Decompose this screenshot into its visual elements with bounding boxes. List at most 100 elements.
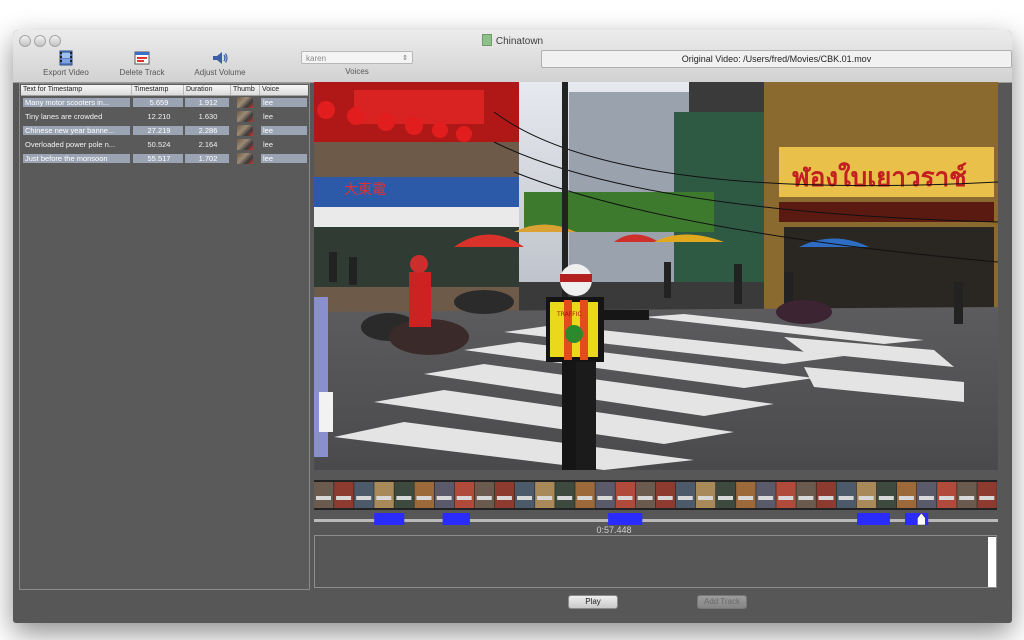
filmstrip-frame-detail	[537, 496, 553, 500]
delete-track-label: Delete Track	[119, 68, 165, 77]
track-segment[interactable]	[857, 513, 890, 525]
titlebar: Chinatown Export Video Delete Track Adju…	[13, 30, 1012, 83]
cell-duration: 1.702	[185, 154, 229, 163]
window-title-area: Chinatown	[13, 34, 1012, 47]
cell-text: Tiny lanes are crowded	[25, 112, 103, 121]
cell-text: Chinese new year banne...	[23, 126, 130, 135]
filmstrip[interactable]	[314, 480, 997, 510]
text-area-scrollbar[interactable]	[988, 537, 996, 587]
cell-timestamp: 27.219	[133, 126, 183, 135]
filmstrip-frame	[595, 482, 615, 508]
play-button[interactable]: Play	[568, 595, 618, 609]
filmstrip-frame-detail	[396, 496, 412, 500]
filmstrip-frame	[796, 482, 816, 508]
filmstrip-frame	[374, 482, 394, 508]
filmstrip-frame	[515, 482, 535, 508]
filmstrip-frame-detail	[718, 496, 733, 500]
export-video-label: Export Video	[43, 68, 89, 77]
adjust-volume-label: Adjust Volume	[194, 68, 246, 77]
filmstrip-frame	[836, 482, 857, 508]
filmstrip-frame-detail	[416, 496, 432, 500]
voices-label: Voices	[345, 67, 369, 76]
filmstrip-frame-detail	[919, 496, 934, 500]
document-icon	[481, 34, 492, 46]
filmstrip-frame	[575, 482, 595, 508]
track-segment[interactable]	[374, 513, 405, 525]
add-track-button[interactable]: Add Track	[697, 595, 747, 609]
filmstrip-frame	[917, 482, 937, 508]
voices-select[interactable]: karen ⇕	[301, 51, 413, 64]
filmstrip-frame	[474, 482, 495, 508]
window-title: Chinatown	[495, 36, 544, 47]
filmstrip-frame-detail	[356, 496, 372, 500]
filmstrip-frame	[615, 482, 635, 508]
filmstrip-frame-detail	[838, 496, 854, 500]
column-header-timestamp[interactable]: Timestamp	[132, 85, 184, 95]
track-segment[interactable]	[608, 513, 643, 525]
export-video-button[interactable]: Export Video	[38, 50, 94, 77]
adjust-volume-button[interactable]: Adjust Volume	[191, 50, 249, 77]
cell-voice: lee	[261, 154, 307, 163]
filmstrip-frame-detail	[738, 496, 754, 500]
cell-text: Overloaded power pole n...	[25, 140, 116, 149]
filmstrip-frame-detail	[597, 496, 613, 500]
filmstrip-frame	[555, 482, 575, 508]
cell-duration: 2.164	[198, 140, 218, 149]
filmstrip-frame-detail	[898, 496, 914, 500]
filmstrip-frame	[957, 482, 977, 508]
filmstrip-frame-detail	[979, 496, 995, 500]
cell-voice: lee	[263, 112, 274, 121]
speaker-icon	[211, 50, 229, 66]
video-frame[interactable]: 大東電 ฬองใบเยาวราช์ TRAFFIC	[314, 82, 998, 470]
table-row[interactable]: Overloaded power pole n... 50.524 2.164 lee	[21, 138, 308, 151]
track-text-area[interactable]	[314, 535, 997, 588]
filmstrip-frame	[414, 482, 434, 508]
filmstrip-frame-detail	[557, 496, 573, 500]
thumbnail-image	[237, 139, 253, 150]
thumbnail-image	[237, 111, 253, 122]
filmstrip-frame-detail	[456, 496, 472, 500]
filmstrip-frame-detail	[316, 496, 331, 500]
timeline-rail	[314, 519, 998, 522]
cell-duration: 1.630	[198, 112, 218, 121]
delete-track-button[interactable]: Delete Track	[114, 50, 170, 77]
table-row[interactable]: Just before the monsoon 55.517 1.702 lee	[21, 152, 308, 165]
filmstrip-frame-detail	[677, 496, 693, 500]
column-header-duration[interactable]: Duration	[184, 85, 231, 95]
filmstrip-frame-detail	[758, 496, 774, 500]
filmstrip-frame	[334, 482, 354, 508]
filmstrip-frame-detail	[496, 496, 512, 500]
filmstrip-frame	[876, 482, 897, 508]
filmstrip-frame-detail	[878, 496, 894, 500]
column-header-voice[interactable]: Voice	[260, 85, 308, 95]
column-header-text[interactable]: Text for Timestamp	[21, 85, 132, 95]
vest-text: TRAFFIC	[556, 311, 582, 318]
filmstrip-frame-detail	[798, 496, 814, 500]
cell-timestamp: 55.517	[133, 154, 183, 163]
cell-duration: 2.286	[185, 126, 229, 135]
filmstrip-frame	[675, 482, 696, 508]
filmstrip-frame	[394, 482, 414, 508]
filmstrip-frame	[454, 482, 475, 508]
cell-voice: lee	[261, 98, 307, 107]
cell-timestamp: 5.659	[133, 98, 183, 107]
thumbnail-image	[237, 97, 253, 108]
table-row[interactable]: Chinese new year banne... 27.219 2.286 lee	[21, 124, 308, 137]
table-row[interactable]: Many motor scooters in... 5.659 1.912 lee	[21, 96, 308, 109]
filmstrip-frame-detail	[436, 496, 452, 500]
track-segment[interactable]	[442, 513, 470, 525]
thumbnail-image	[237, 125, 253, 136]
filmstrip-frame	[434, 482, 455, 508]
filmstrip-frame	[716, 482, 736, 508]
filmstrip-frame	[756, 482, 776, 508]
original-video-path: Original Video: /Users/fred/Movies/CBK.0…	[541, 50, 1012, 68]
track-table[interactable]: Text for Timestamp Timestamp Duration Th…	[19, 83, 310, 590]
filmstrip-frame-detail	[617, 496, 633, 500]
app-window: Chinatown Export Video Delete Track Adju…	[13, 30, 1012, 623]
filmstrip-frame	[776, 482, 796, 508]
column-header-thumb[interactable]: Thumb	[231, 85, 260, 95]
filmstrip-frame	[937, 482, 957, 508]
table-header: Text for Timestamp Timestamp Duration Th…	[21, 85, 308, 96]
film-export-icon	[57, 50, 75, 66]
table-row[interactable]: Tiny lanes are crowded 12.210 1.630 lee	[21, 110, 308, 123]
